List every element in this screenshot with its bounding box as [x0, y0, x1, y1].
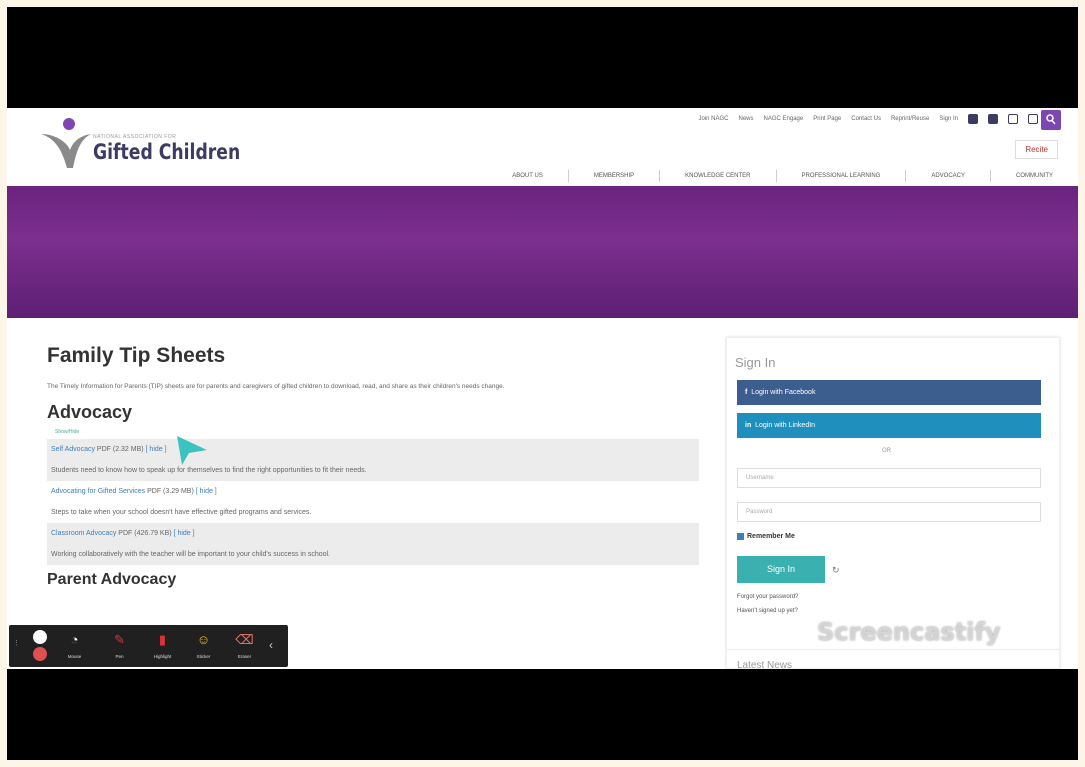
- nav-membership[interactable]: MEMBERSHIP: [567, 170, 659, 182]
- logo-name: Gifted Children: [93, 140, 241, 164]
- loading-icon: ↻: [832, 565, 840, 575]
- linkedin-login-button[interactable]: in Login with LinkedIn: [737, 413, 1041, 438]
- highlight-tool-label: Highlight: [153, 654, 172, 659]
- search-icon: [1046, 114, 1056, 125]
- list-item: Advocating for Gifted Services PDF (3.29…: [47, 481, 699, 502]
- main-content: Family Tip Sheets The Timely Information…: [47, 344, 702, 589]
- facebook-login-button[interactable]: f Login with Facebook: [737, 380, 1041, 405]
- tip-sheet-link[interactable]: Advocating for Gifted Services: [51, 488, 145, 495]
- nav-knowledge-center[interactable]: KNOWLEDGE CENTER: [659, 170, 775, 182]
- cursor-pointer-icon: [177, 436, 207, 465]
- news-link[interactable]: News: [739, 116, 754, 122]
- show-hide-link[interactable]: Show/Hide: [55, 429, 702, 435]
- stop-icon[interactable]: [33, 647, 47, 661]
- latest-news-panel: Latest News: [726, 649, 1060, 669]
- highlighter-icon: ▮: [158, 632, 167, 647]
- join-link[interactable]: Join NAGC: [699, 116, 729, 122]
- remember-me-label: Remember Me: [747, 533, 795, 540]
- section-heading: Advocacy: [47, 402, 133, 422]
- pen-tool-label: Pen: [115, 654, 124, 659]
- logo-figure-icon: [41, 118, 91, 168]
- page-title: Family Tip Sheets: [47, 344, 226, 367]
- sign-in-button[interactable]: Sign In: [737, 556, 825, 583]
- nav-community[interactable]: COMMUNITY: [990, 170, 1078, 182]
- list-item-description: Steps to take when your school doesn't h…: [51, 509, 312, 516]
- linkedin-login-label: Login with LinkedIn: [755, 422, 816, 429]
- search-button[interactable]: [1041, 110, 1061, 130]
- password-field[interactable]: Password: [737, 502, 1041, 522]
- list-item-description: Working collaboratively with the teacher…: [47, 544, 699, 565]
- utility-links: Join NAGC News NAGC Engage Print Page Co…: [699, 114, 1038, 124]
- sign-in-link[interactable]: Sign In: [939, 116, 958, 122]
- tip-sheet-list: Self Advocacy PDF (2.32 MB) [ hide ] Stu…: [47, 439, 699, 565]
- latest-news-title: Latest News: [737, 660, 793, 669]
- hide-toggle[interactable]: [ hide ]: [146, 446, 167, 453]
- mouse-tool-label: Mouse: [67, 654, 82, 659]
- hide-toggle[interactable]: [ hide ]: [196, 488, 217, 495]
- sticker-tool[interactable]: ☺ Sticker: [186, 630, 221, 659]
- hero-banner: [7, 186, 1078, 318]
- screencastify-toolbar: ⋮ ◔ Mouse ✎ Pen ▮ Highlight ☺ Sticker ⌫ …: [9, 625, 288, 667]
- recite-label: Recite: [1025, 145, 1048, 154]
- contact-link[interactable]: Contact Us: [851, 116, 881, 122]
- list-item: Classroom Advocacy PDF (426.79 KB) [ hid…: [47, 523, 699, 544]
- nav-advocacy[interactable]: ADVOCACY: [905, 170, 990, 182]
- pen-icon: ✎: [114, 632, 125, 647]
- forgot-password-link[interactable]: Forgot your password?: [737, 594, 798, 600]
- file-meta: PDF (426.79 KB): [116, 530, 172, 537]
- screencastify-watermark: Screencastify: [817, 618, 1001, 646]
- checkbox-checked-icon: [737, 533, 744, 540]
- smiley-icon: ☺: [196, 632, 211, 647]
- pen-tool[interactable]: ✎ Pen: [102, 630, 137, 659]
- linkedin-icon[interactable]: [1008, 114, 1018, 124]
- intro-text: The Timely Information for Parents (TIP)…: [47, 383, 505, 390]
- next-section-heading: Parent Advocacy: [47, 571, 177, 588]
- eraser-tool-label: Eraser: [237, 654, 252, 659]
- tip-sheet-link[interactable]: Self Advocacy: [51, 446, 95, 453]
- website-viewport: NATIONAL ASSOCIATION FOR Gifted Children…: [7, 108, 1078, 669]
- facebook-icon: f: [745, 389, 748, 396]
- main-navigation: ABOUT US MEMBERSHIP KNOWLEDGE CENTER PRO…: [487, 170, 1078, 182]
- list-item: Self Advocacy PDF (2.32 MB) [ hide ]: [47, 439, 699, 460]
- eraser-tool[interactable]: ⌫ Eraser: [227, 630, 262, 659]
- mouse-tool[interactable]: ◔ Mouse: [57, 630, 92, 659]
- facebook-icon[interactable]: [968, 114, 978, 124]
- list-item-description: Students need to know how to speak up fo…: [47, 460, 699, 481]
- sign-in-title: Sign In: [735, 355, 776, 370]
- file-meta: PDF (2.32 MB): [94, 446, 144, 453]
- nagc-logo[interactable]: NATIONAL ASSOCIATION FOR Gifted Children: [39, 110, 259, 176]
- eraser-icon: ⌫: [235, 632, 254, 647]
- engage-link[interactable]: NAGC Engage: [764, 116, 804, 122]
- tip-sheet-link[interactable]: Classroom Advocacy: [51, 530, 116, 537]
- pause-icon[interactable]: [33, 630, 47, 644]
- collapse-chevron-icon[interactable]: ‹: [269, 638, 273, 652]
- linkedin-icon: in: [745, 422, 752, 429]
- print-link[interactable]: Print Page: [813, 116, 841, 122]
- recite-button[interactable]: Recite: [1015, 140, 1058, 159]
- username-field[interactable]: Username: [737, 468, 1041, 488]
- hide-toggle[interactable]: [ hide ]: [174, 530, 195, 537]
- or-divider: OR: [882, 448, 891, 454]
- facebook-login-label: Login with Facebook: [751, 389, 816, 396]
- reprint-link[interactable]: Reprint/Reuse: [891, 116, 929, 122]
- mouse-icon: ◔: [70, 632, 79, 647]
- nav-about[interactable]: ABOUT US: [487, 170, 568, 182]
- highlight-tool[interactable]: ▮ Highlight: [145, 630, 180, 659]
- youtube-icon[interactable]: [1028, 114, 1038, 124]
- file-meta: PDF (3.29 MB): [145, 488, 194, 495]
- twitter-icon[interactable]: [988, 114, 998, 124]
- nav-professional-learning[interactable]: PROFESSIONAL LEARNING: [775, 170, 906, 182]
- sign-up-link[interactable]: Haven't signed up yet?: [737, 608, 798, 614]
- sticker-tool-label: Sticker: [196, 654, 211, 659]
- remember-me-checkbox[interactable]: Remember Me: [737, 533, 795, 540]
- drag-handle-icon[interactable]: ⋮: [13, 639, 20, 647]
